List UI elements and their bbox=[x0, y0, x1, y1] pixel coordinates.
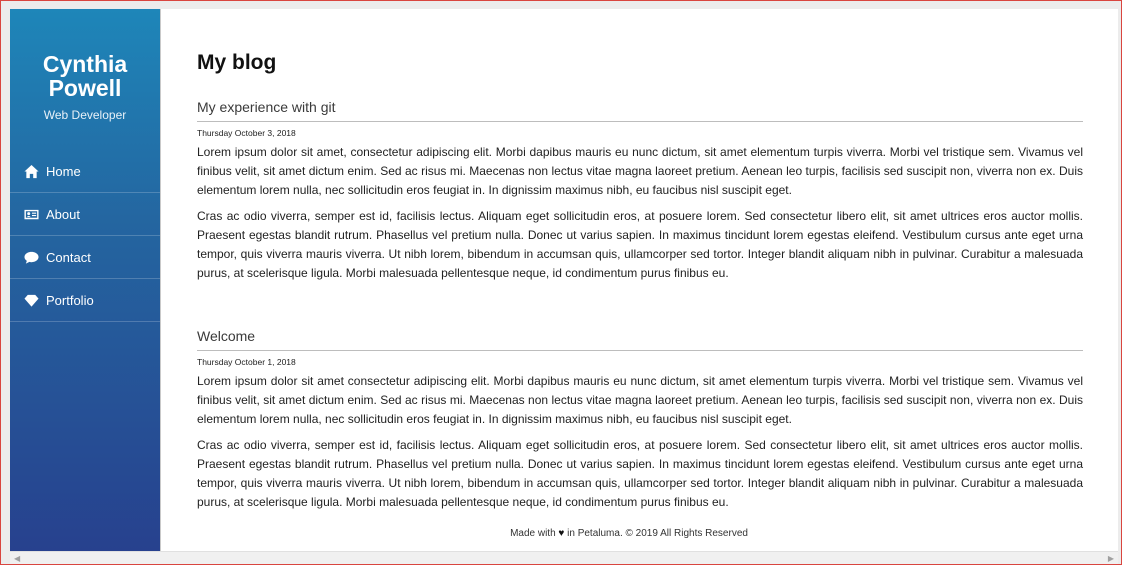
sidebar-item-home[interactable]: Home bbox=[10, 150, 160, 193]
page-viewport: Cynthia Powell Web Developer Home About … bbox=[10, 9, 1118, 551]
owner-role: Web Developer bbox=[43, 108, 127, 122]
post-paragraph: Cras ac odio viverra, semper est id, fac… bbox=[197, 438, 1083, 509]
owner-first-name: Cynthia bbox=[42, 51, 128, 77]
sidebar-item-label: About bbox=[46, 206, 80, 222]
post-date: Thursday October 1, 2018 bbox=[197, 357, 296, 367]
sidebar-item-contact[interactable]: Contact bbox=[10, 236, 160, 279]
owner-last-name: Powell bbox=[48, 75, 122, 101]
scroll-left-arrow-icon[interactable]: ◀ bbox=[14, 554, 20, 563]
sidebar-item-label: Home bbox=[46, 163, 81, 179]
sidebar-item-about[interactable]: About bbox=[10, 193, 160, 236]
post-date: Thursday October 3, 2018 bbox=[197, 128, 296, 138]
site-owner-name: Cynthia Powell bbox=[10, 52, 160, 100]
post-paragraph: Lorem ipsum dolor sit amet consectetur a… bbox=[197, 374, 1083, 426]
scroll-right-arrow-icon[interactable]: ▶ bbox=[1108, 554, 1114, 563]
chat-bubble-icon bbox=[24, 251, 39, 264]
id-card-icon bbox=[24, 209, 39, 219]
footer-text-before: Made with bbox=[510, 528, 556, 539]
sidebar-item-portfolio[interactable]: Portfolio bbox=[10, 279, 160, 322]
sidebar-item-label: Contact bbox=[46, 249, 91, 265]
home-icon bbox=[24, 164, 39, 178]
post-paragraph: Lorem ipsum dolor sit amet, consectetur … bbox=[197, 145, 1083, 197]
post-title[interactable]: My experience with git bbox=[197, 97, 1083, 122]
post-title[interactable]: Welcome bbox=[197, 326, 1083, 351]
blog-post: Welcome Thursday October 1, 2018 Lorem i… bbox=[197, 326, 1083, 512]
footer-text-after: in Petaluma. © 2019 All Rights Reserved bbox=[567, 528, 748, 539]
post-paragraph: Cras ac odio viverra, semper est id, fac… bbox=[197, 209, 1083, 280]
page-footer: Made with ♥ in Petaluma. © 2019 All Righ… bbox=[150, 528, 1108, 539]
page-title: My blog bbox=[197, 51, 277, 74]
sidebar-nav: Home About Contact Portfolio bbox=[10, 150, 160, 322]
blog-post: My experience with git Thursday October … bbox=[197, 97, 1083, 283]
sidebar-item-label: Portfolio bbox=[46, 292, 94, 308]
diamond-icon bbox=[24, 294, 39, 307]
horizontal-scrollbar[interactable]: ◀ ▶ bbox=[10, 551, 1118, 564]
sidebar: Cynthia Powell Web Developer Home About … bbox=[10, 9, 161, 551]
heart-icon: ♥ bbox=[558, 528, 565, 539]
